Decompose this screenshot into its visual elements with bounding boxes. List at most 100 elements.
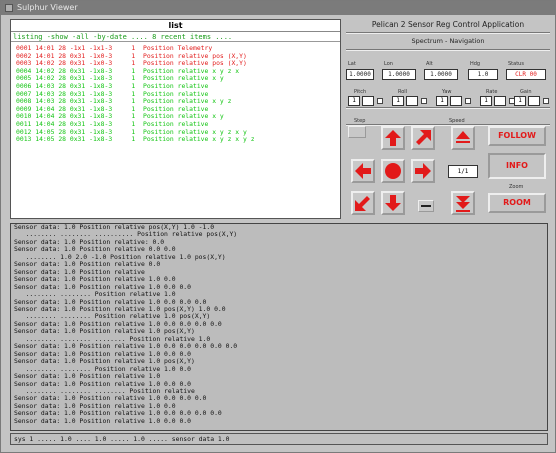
arrow-down-left-icon: [355, 196, 370, 211]
log-line: Sensor data: 1.0 Position relative 1.0 0…: [14, 320, 222, 328]
slider-box[interactable]: [362, 96, 374, 106]
list-command-line[interactable]: listing -show -all -by-date .... 8 recen…: [11, 32, 340, 42]
log-line: Sensor data: 1.0 Position relative 1.0 p…: [14, 305, 226, 313]
log-line: Sensor data: 1.0 Position relative 1.0 p…: [14, 358, 195, 366]
title-bar[interactable]: Sulphur Viewer: [1, 1, 555, 15]
field-value[interactable]: 1.0000: [424, 69, 458, 80]
divider: [346, 32, 550, 34]
arrow-right-icon: [415, 163, 431, 179]
follow-button[interactable]: FOLLOW: [488, 126, 546, 146]
control-panel: Pelican 2 Sensor Reg Control Application…: [344, 19, 552, 219]
list-row[interactable]: 0010 14:04 28 0x31 -1x8-3 1 Position rel…: [16, 113, 340, 121]
step-value[interactable]: 1/1: [448, 165, 478, 178]
move-right-button[interactable]: [411, 159, 435, 183]
step-button[interactable]: [348, 126, 366, 138]
log-line: Sensor data: 1.0 Position relative: [14, 268, 145, 276]
log-line: Sensor data: 1.0 Position relative 1.0 0…: [14, 283, 191, 291]
log-line: ........ ........ Position relative 1.0 …: [14, 313, 211, 321]
field-value[interactable]: CLR 00: [506, 69, 546, 80]
log-line: Sensor data: 1.0 Position relative 1.0 0…: [14, 350, 191, 358]
info-button[interactable]: INFO: [488, 153, 546, 179]
slider-box[interactable]: [494, 96, 506, 106]
field-label: Lat: [348, 61, 356, 67]
slider-label: Pitch: [354, 89, 367, 95]
field-value[interactable]: 1.0000: [382, 69, 416, 80]
log-line: Sensor data: 1.0 Position relative 1.0 p…: [14, 328, 195, 336]
move-left-button[interactable]: [351, 159, 375, 183]
list-row[interactable]: 0004 14:02 28 0x31 -1x8-3 1 Position rel…: [16, 68, 340, 76]
log-line: Sensor data: 1.0 Position relative 1.0 0…: [14, 276, 176, 284]
list-header: list: [11, 20, 340, 32]
log-line: ........ ........ ........ Position rela…: [14, 335, 211, 343]
zoom-out-button[interactable]: [451, 191, 475, 215]
divider: [346, 107, 550, 109]
list-row[interactable]: 0009 14:04 28 0x31 -1x8-3 1 Position rel…: [16, 106, 340, 114]
slider-box[interactable]: 1: [436, 96, 448, 106]
room-button[interactable]: ROOM: [488, 193, 546, 213]
zoom-label: Zoom: [509, 184, 524, 190]
list-row[interactable]: 0012 14:05 28 0x31 -1x8-3 1 Position rel…: [16, 129, 340, 137]
zoom-down-icon: [456, 196, 470, 212]
application-window: Sulphur Viewer list listing -show -all -…: [0, 0, 556, 453]
log-line: ........ ........ ........ Position rela…: [14, 387, 195, 395]
slider-checkbox[interactable]: [421, 98, 427, 104]
log-lines: Sensor data: 1.0 Position relative pos(X…: [11, 224, 547, 425]
field-label: Hdg: [470, 61, 481, 67]
log-line: Sensor data: 1.0 Position relative 1.0 0…: [14, 417, 191, 425]
slider-box[interactable]: 1: [348, 96, 360, 106]
console-log[interactable]: Sensor data: 1.0 Position relative pos(X…: [10, 223, 548, 431]
field-label: Status: [508, 61, 524, 67]
log-line: Sensor data: 1.0 Position relative 1.0 0…: [14, 402, 176, 410]
item-list-panel: list listing -show -all -by-date .... 8 …: [10, 19, 341, 219]
slider-checkbox[interactable]: [465, 98, 471, 104]
log-line: Sensor data: 1.0 Position relative 0.0 0…: [14, 246, 176, 254]
log-line: ........ 1.0 2.0 -1.0 Position relative …: [14, 253, 226, 261]
list-row[interactable]: 0008 14:03 28 0x31 -1x8-3 1 Position rel…: [16, 98, 340, 106]
list-row[interactable]: 0001 14:01 28 -1x1 -1x1-3 1 Position Tel…: [16, 45, 340, 53]
list-row[interactable]: 0002 14:01 28 0x31 -1x0-3 1 Position rel…: [16, 53, 340, 61]
move-down-left-button[interactable]: [351, 191, 375, 215]
field-value[interactable]: 1.0000: [346, 69, 374, 80]
slider-label: Yaw: [442, 89, 452, 95]
list-row[interactable]: 0005 14:02 28 0x31 -1x8-3 1 Position rel…: [16, 75, 340, 83]
field-value[interactable]: 1.0: [468, 69, 498, 80]
list-row[interactable]: 0003 14:02 28 0x31 -1x0-3 1 Position rel…: [16, 60, 340, 68]
list-row[interactable]: 0013 14:05 28 0x31 -1x8-3 1 Position rel…: [16, 136, 340, 144]
decrement-button[interactable]: [418, 200, 434, 212]
log-line: Sensor data: 1.0 Position relative 1.0 0…: [14, 395, 207, 403]
move-up-right-button[interactable]: [411, 126, 435, 150]
slider-checkbox[interactable]: [543, 98, 549, 104]
list-row[interactable]: 0007 14:03 28 0x31 -1x8-3 1 Position rel…: [16, 91, 340, 99]
step-label: Step: [354, 118, 366, 124]
log-line: Sensor data: 1.0 Position relative: 0.0: [14, 238, 165, 246]
slider-box[interactable]: [528, 96, 540, 106]
slider-checkbox[interactable]: [377, 98, 383, 104]
list-row[interactable]: 0011 14:04 28 0x31 -1x8-3 1 Position rel…: [16, 121, 340, 129]
slider-box[interactable]: 1: [392, 96, 404, 106]
move-down-button[interactable]: [381, 191, 405, 215]
slider-label: Gain: [520, 89, 532, 95]
arrow-up-icon: [385, 130, 401, 146]
window-title: Sulphur Viewer: [17, 3, 78, 12]
list-row[interactable]: 0006 14:03 28 0x31 -1x8-3 1 Position rel…: [16, 83, 340, 91]
divider: [346, 49, 550, 51]
slider-box[interactable]: [450, 96, 462, 106]
window-menu-icon[interactable]: [5, 3, 13, 12]
log-line: Sensor data: 1.0 Position relative 0.0: [14, 261, 161, 269]
move-up-button[interactable]: [381, 126, 405, 150]
log-line: ........ ........ Position relative 1.0: [14, 291, 176, 299]
stop-circle-icon: [385, 163, 401, 179]
zoom-in-button[interactable]: [451, 126, 475, 150]
arrow-up-right-icon: [416, 130, 431, 145]
minus-icon: [421, 205, 431, 207]
status-bar: sys 1 ..... 1.0 .... 1.0 ..... 1.0 .....…: [10, 433, 548, 445]
slider-box[interactable]: 1: [480, 96, 492, 106]
slider-box[interactable]: [406, 96, 418, 106]
stop-button[interactable]: [381, 159, 405, 183]
field-label: Lon: [384, 61, 393, 67]
field-label: Alt: [426, 61, 433, 67]
log-line: Sensor data: 1.0 Position relative pos(X…: [14, 224, 215, 231]
log-line: Sensor data: 1.0 Position relative 1.0: [14, 373, 161, 381]
slider-label: Roll: [398, 89, 408, 95]
slider-box[interactable]: 1: [514, 96, 526, 106]
